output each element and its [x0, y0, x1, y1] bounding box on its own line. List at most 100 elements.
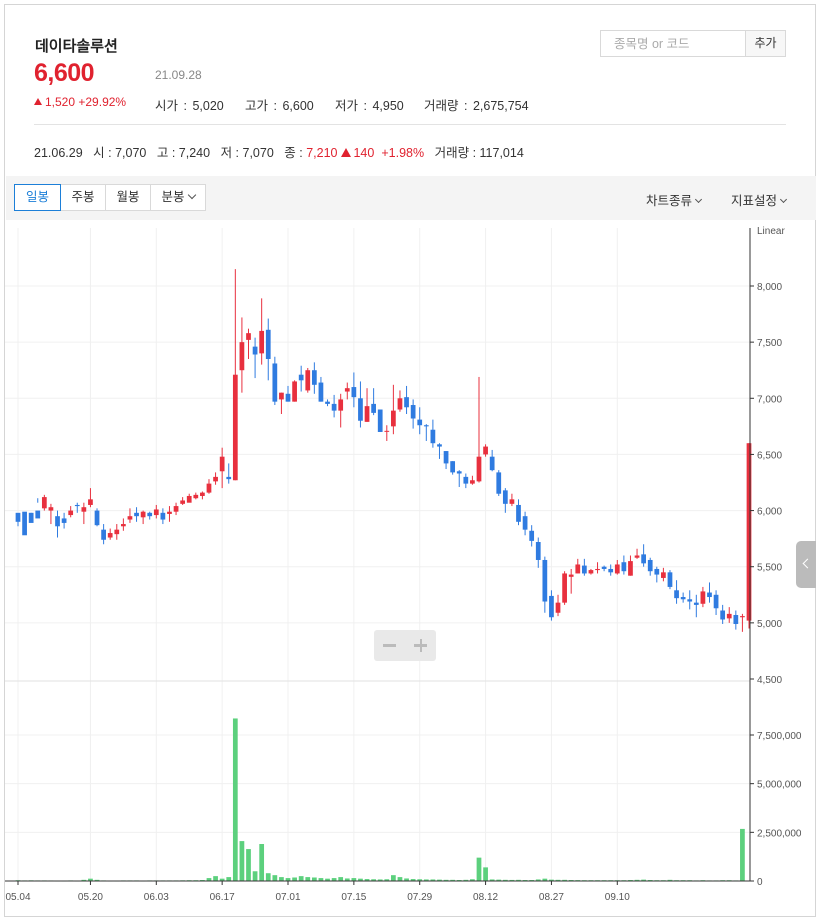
volume-bar: [483, 867, 488, 881]
candle-body: [647, 559, 653, 572]
candle-body: [213, 476, 218, 482]
chart-grid: [5, 228, 750, 881]
volume-bar: [338, 877, 344, 881]
candle-body: [147, 512, 153, 517]
volume-bar: [239, 841, 245, 881]
candle-body: [549, 595, 554, 618]
candle-body: [621, 562, 627, 572]
candle-body: [285, 393, 291, 402]
candle-body: [331, 403, 337, 411]
candle-body: [55, 516, 60, 527]
volume-bar: [232, 718, 238, 881]
candle-body: [476, 456, 482, 482]
candle-body: [48, 507, 54, 511]
candle-body: [180, 500, 186, 504]
candle-body: [443, 451, 449, 464]
candle-body: [298, 374, 304, 381]
candle-body: [134, 512, 139, 517]
candle-body: [628, 561, 633, 576]
candle-body: [535, 542, 541, 560]
price-tick-label: 8,000: [757, 282, 782, 293]
candle-body: [371, 403, 376, 413]
candle-body: [114, 529, 120, 535]
time-tick-label: 09.10: [605, 892, 630, 903]
candle-body: [101, 529, 106, 540]
candle-body: [246, 333, 251, 340]
volume-bar: [213, 876, 218, 881]
volume-series: [15, 718, 745, 882]
candle-body: [674, 590, 679, 599]
candle-body: [167, 511, 172, 514]
time-tick-label: 07.01: [275, 892, 300, 903]
tab-daily[interactable]: 일봉: [14, 184, 61, 211]
candle-body: [693, 602, 699, 605]
candle-body: [259, 330, 265, 354]
candle-body: [595, 568, 600, 571]
candle-body: [562, 573, 567, 603]
volume-bar: [292, 877, 297, 881]
candle-body: [654, 568, 660, 575]
volume-bar: [298, 876, 304, 881]
candlestick-series: [15, 269, 752, 632]
candle-body: [292, 381, 297, 402]
candle-body: [351, 387, 357, 398]
candle-body: [588, 570, 594, 574]
candle-body: [318, 382, 324, 402]
candle-body: [358, 398, 363, 421]
zoom-control: [374, 630, 436, 661]
candle-body: [502, 490, 508, 504]
candle-body: [496, 472, 502, 494]
candle-body: [707, 592, 712, 598]
volume-bar: [305, 877, 311, 881]
candle-body: [206, 483, 212, 493]
candle-body: [700, 591, 706, 604]
time-tick-label: 05.20: [78, 892, 103, 903]
volume-bar: [272, 875, 278, 881]
candle-body: [661, 572, 666, 578]
volume-bar: [476, 857, 482, 881]
candle-body: [265, 329, 271, 359]
candle-body: [713, 594, 719, 609]
candle-body: [81, 507, 87, 512]
candle-body: [740, 616, 745, 618]
candle-body: [516, 504, 521, 522]
candle-body: [239, 342, 245, 371]
volume-bar: [246, 849, 251, 881]
time-tick-label: 08.27: [539, 892, 564, 903]
zoom-out-button[interactable]: [374, 630, 405, 661]
candle-body: [555, 602, 561, 613]
candle-body: [74, 504, 80, 507]
candle-body: [279, 392, 284, 400]
time-tick-label: 08.12: [473, 892, 498, 903]
zoom-in-button[interactable]: [405, 630, 436, 661]
volume-bar: [265, 873, 271, 881]
candle-body: [325, 401, 330, 404]
candle-body: [456, 471, 462, 474]
candle-body: [384, 430, 390, 432]
volume-bar: [311, 877, 317, 881]
volume-bar: [259, 844, 265, 881]
candle-body: [173, 506, 179, 512]
chart-axes: 8,000 7,500 7,000 6,500 6,000 5,500 5,000 4,500…: [5, 226, 802, 903]
price-tick-label: 5,500: [757, 563, 782, 574]
side-panel-toggle[interactable]: [796, 541, 816, 588]
candle-body: [667, 572, 673, 587]
candle-body: [529, 530, 535, 541]
candle-body: [193, 494, 199, 499]
candle-body: [22, 511, 27, 536]
candle-body: [522, 516, 528, 530]
candle-body: [423, 425, 429, 427]
candle-body: [581, 565, 587, 574]
price-volume-chart[interactable]: 8,000 7,500 7,000 6,500 6,000 5,500 5,000 4,500…: [0, 0, 820, 921]
volume-bar: [397, 877, 403, 881]
candle-body: [338, 399, 344, 411]
candle-body: [542, 559, 548, 602]
candle-body: [687, 599, 693, 602]
candle-body: [417, 419, 423, 426]
candle-body: [470, 480, 475, 484]
candle-body: [720, 610, 726, 620]
candle-body: [641, 554, 647, 564]
time-tick-label: 05.04: [5, 892, 30, 903]
candle-body: [746, 443, 752, 621]
candle-body: [437, 444, 442, 447]
